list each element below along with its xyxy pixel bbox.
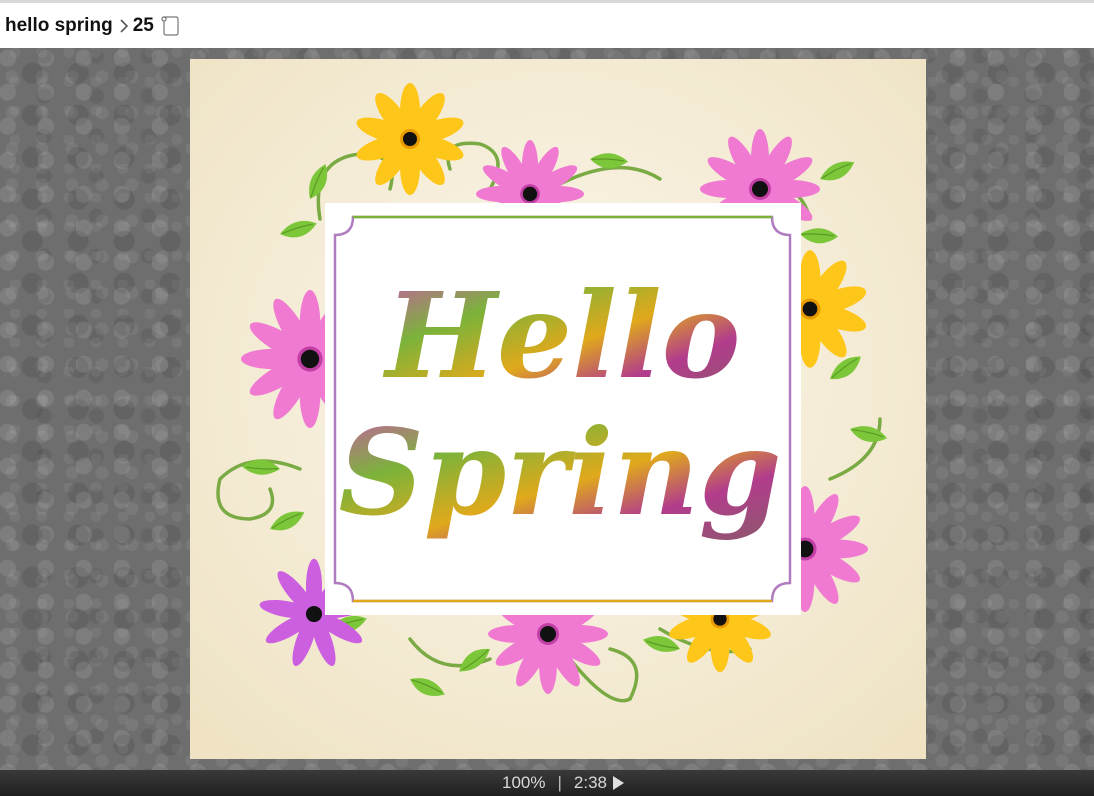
image-viewer[interactable]: Hello Spring	[0, 48, 1094, 770]
slideshow-time: 2:38	[573, 773, 607, 792]
hello-spring-artwork: Hello Spring	[190, 59, 926, 759]
zoom-level[interactable]: 100%	[502, 773, 545, 793]
breadcrumb-album[interactable]: hello spring	[5, 15, 113, 37]
breadcrumb-count: 25	[132, 14, 154, 36]
breadcrumb: hello spring 25	[0, 3, 1094, 48]
displayed-image: Hello Spring	[190, 59, 926, 759]
chevron-right-icon	[119, 18, 129, 34]
headline-hello: Hello	[383, 266, 741, 405]
status-divider: |	[557, 773, 562, 792]
status-bar: 100% | 2:38	[0, 770, 1094, 796]
play-icon[interactable]	[613, 776, 624, 790]
scroll-icon[interactable]	[160, 14, 180, 38]
headline-spring: Spring	[338, 403, 781, 542]
